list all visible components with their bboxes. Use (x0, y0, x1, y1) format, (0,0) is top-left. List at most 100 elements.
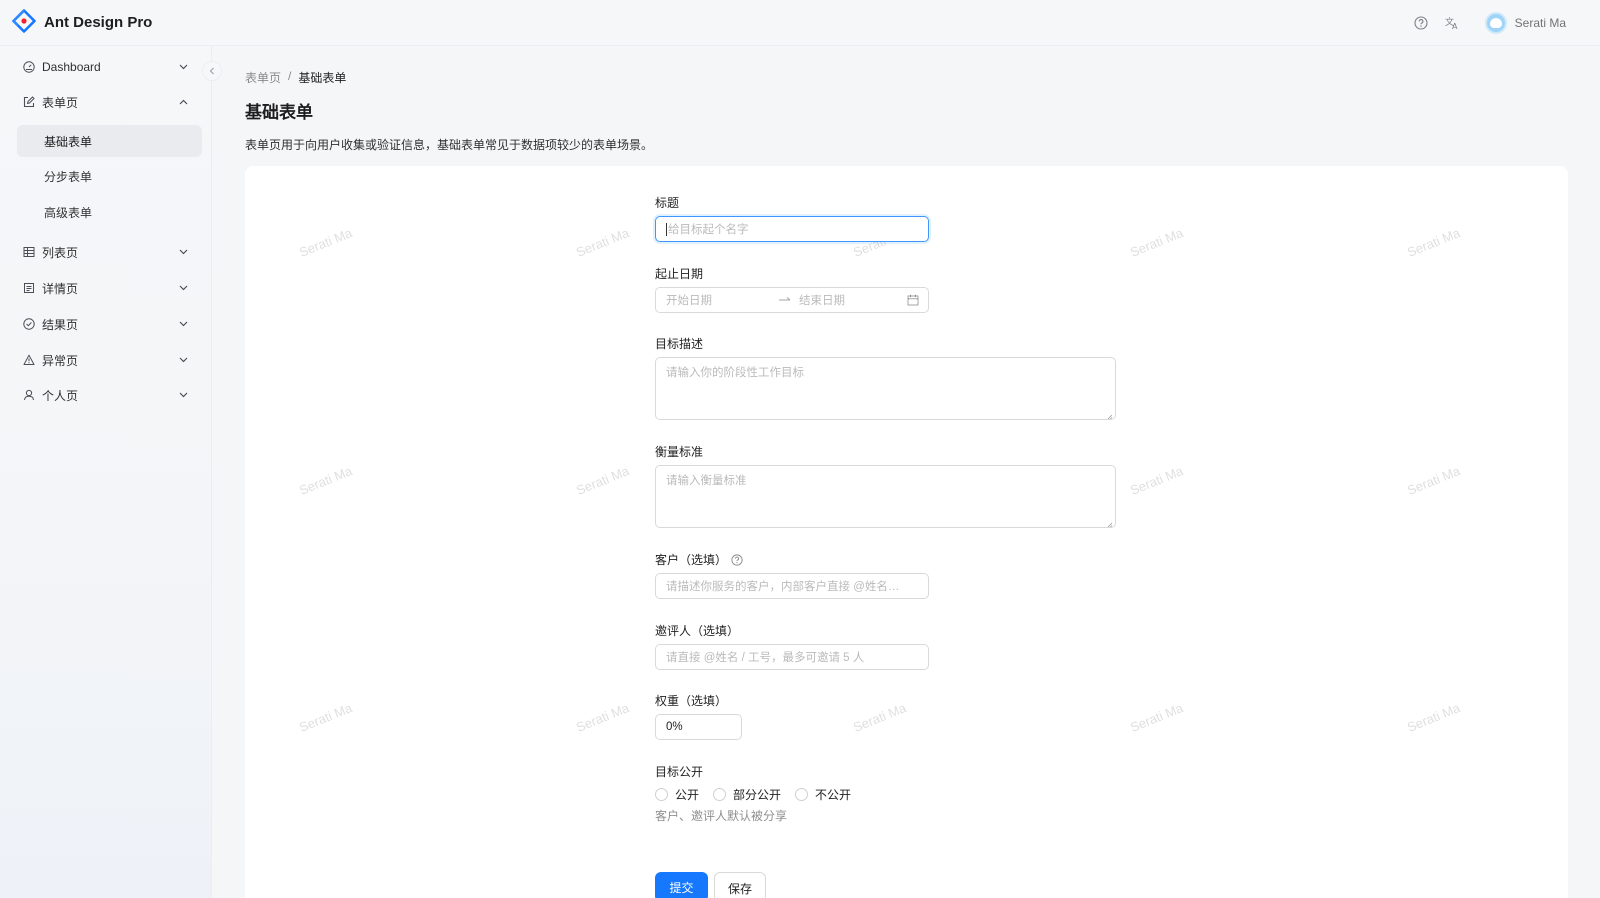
end-date-input[interactable]: 结束日期 (799, 288, 845, 312)
title-label: 标题 (655, 196, 680, 210)
chevron-down-icon (179, 344, 188, 376)
weight-number-input[interactable]: 0% (655, 714, 742, 740)
watermark: Serati Ma (851, 700, 909, 735)
chevron-down-icon (179, 379, 188, 411)
text-caret (666, 222, 667, 236)
standard-placeholder: 请输入衡量标准 (666, 475, 747, 487)
logo[interactable]: Ant Design Pro (12, 9, 152, 36)
sidebar-item-label: 个人页 (42, 388, 79, 403)
question-circle-icon[interactable] (1405, 7, 1437, 39)
resize-grip-icon[interactable] (1107, 411, 1113, 420)
save-button[interactable]: 保存 (714, 872, 766, 898)
sidebar-item-account[interactable]: 个人页 (16, 379, 202, 411)
watermark: Serati Ma (1405, 700, 1463, 735)
breadcrumb-current: 基础表单 (298, 71, 347, 85)
save-label: 保存 (727, 882, 752, 896)
radio-circle[interactable] (713, 788, 727, 801)
invites-label: 邀评人（选填） (655, 624, 740, 638)
table-icon (22, 245, 36, 259)
watermark: Serati Ma (574, 463, 632, 498)
watermark: Serati Ma (574, 700, 632, 735)
client-label: 客户（选填） (655, 551, 743, 568)
sidebar-subitem-basic-form[interactable]: 基础表单 (17, 125, 202, 157)
radio-circle[interactable] (655, 788, 668, 801)
sidebar-subitem-label: 高级表单 (44, 205, 93, 220)
client-placeholder: 请描述你服务的客户，内部客户直接 @姓名… (666, 581, 900, 593)
sidebar-item-list[interactable]: 列表页 (16, 236, 202, 268)
public-help-text: 客户、邀评人默认被分享 (655, 809, 788, 823)
sidebar-subitem-step-form[interactable]: 分步表单 (17, 160, 202, 192)
watermark: Serati Ma (1405, 463, 1463, 498)
goal-placeholder: 请输入你的阶段性工作目标 (666, 367, 804, 379)
radio-label: 公开 (675, 788, 700, 802)
watermark: Serati Ma (1405, 225, 1463, 260)
sidebar-item-label: 详情页 (42, 281, 79, 296)
swap-right-arrow-icon (779, 288, 791, 312)
standard-textarea[interactable]: 请输入衡量标准 (655, 465, 1116, 528)
translation-icon[interactable]: 文A (1437, 7, 1469, 39)
page-description: 表单页用于向用户收集或验证信息，基础表单常见于数据项较少的表单场景。 (245, 138, 654, 152)
question-circle-icon[interactable] (731, 553, 743, 566)
start-date-input[interactable]: 开始日期 (666, 288, 712, 312)
client-label-text: 客户（选填） (655, 553, 728, 567)
watermark: Serati Ma (574, 225, 632, 260)
sidebar-subitem-label: 分步表单 (44, 169, 93, 184)
app-title: Ant Design Pro (44, 14, 153, 31)
sidebar-subitem-label: 基础表单 (44, 134, 93, 149)
invites-input[interactable]: 请直接 @姓名 / 工号，最多可邀请 5 人 (655, 644, 929, 670)
watermark: Serati Ma (297, 225, 355, 260)
watermark: Serati Ma (1128, 225, 1186, 260)
page-title: 基础表单 (245, 103, 313, 122)
profile-icon (22, 281, 36, 295)
sidebar-item-label: Dashboard (42, 60, 101, 74)
sidebar-item-label: 结果页 (42, 317, 79, 332)
calendar-icon (907, 294, 919, 306)
title-placeholder: 给目标起个名字 (668, 224, 749, 236)
weight-value: 0% (666, 721, 683, 733)
ant-design-logo-icon (12, 9, 36, 36)
sidebar-item-result[interactable]: 结果页 (16, 308, 202, 340)
goal-label: 目标描述 (655, 337, 704, 351)
date-range-picker[interactable]: 开始日期 结束日期 (655, 287, 929, 313)
main-content: 表单页 / 基础表单 基础表单 表单页用于向用户收集或验证信息，基础表单常见于数… (213, 46, 1600, 898)
title-input[interactable]: 给目标起个名字 (655, 216, 929, 242)
radio-partial-public[interactable]: 部分公开 (713, 786, 781, 803)
submit-button[interactable]: 提交 (655, 872, 708, 898)
goal-textarea[interactable]: 请输入你的阶段性工作目标 (655, 357, 1116, 420)
radio-circle[interactable] (795, 788, 809, 801)
sidebar-item-profile[interactable]: 详情页 (16, 272, 202, 304)
watermark: Serati Ma (297, 700, 355, 735)
public-label: 目标公开 (655, 765, 704, 779)
radio-label: 部分公开 (733, 788, 782, 802)
chevron-up-icon (179, 86, 188, 118)
watermark: Serati Ma (1128, 700, 1186, 735)
breadcrumb-separator: / (288, 69, 292, 83)
svg-text:A: A (1452, 22, 1458, 30)
sidebar-subitem-advanced-form[interactable]: 高级表单 (17, 196, 202, 228)
chevron-down-icon (179, 236, 188, 268)
sidebar-item-exception[interactable]: 异常页 (16, 344, 202, 376)
sidebar-item-form[interactable]: 表单页 (16, 86, 202, 118)
watermark: Serati Ma (297, 463, 355, 498)
top-header: Ant Design Pro 文A Serati Ma (0, 0, 1600, 46)
breadcrumb-parent[interactable]: 表单页 (245, 69, 281, 86)
user-icon (22, 388, 36, 402)
invites-placeholder: 请直接 @姓名 / 工号，最多可邀请 5 人 (666, 652, 865, 664)
radio-label: 不公开 (815, 788, 852, 802)
user-name: Serati Ma (1514, 16, 1566, 30)
radio-public[interactable]: 公开 (655, 786, 699, 803)
warning-icon (22, 353, 36, 367)
chevron-down-icon (179, 272, 188, 304)
dashboard-icon (22, 60, 36, 74)
form-icon (22, 95, 36, 109)
weight-label: 权重（选填） (655, 694, 728, 708)
chevron-down-icon (179, 51, 188, 83)
resize-grip-icon[interactable] (1107, 519, 1113, 528)
sidebar: Dashboard 表单页 基础表单 分步表单 高级表单 列表页 详情页 结果页 (0, 46, 212, 898)
sidebar-item-label: 表单页 (42, 95, 79, 110)
user-menu[interactable]: Serati Ma (1484, 12, 1566, 34)
sidebar-item-dashboard[interactable]: Dashboard (16, 51, 202, 83)
client-input[interactable]: 请描述你服务的客户，内部客户直接 @姓名… (655, 573, 929, 599)
chevron-down-icon (179, 308, 188, 340)
radio-private[interactable]: 不公开 (795, 786, 851, 803)
